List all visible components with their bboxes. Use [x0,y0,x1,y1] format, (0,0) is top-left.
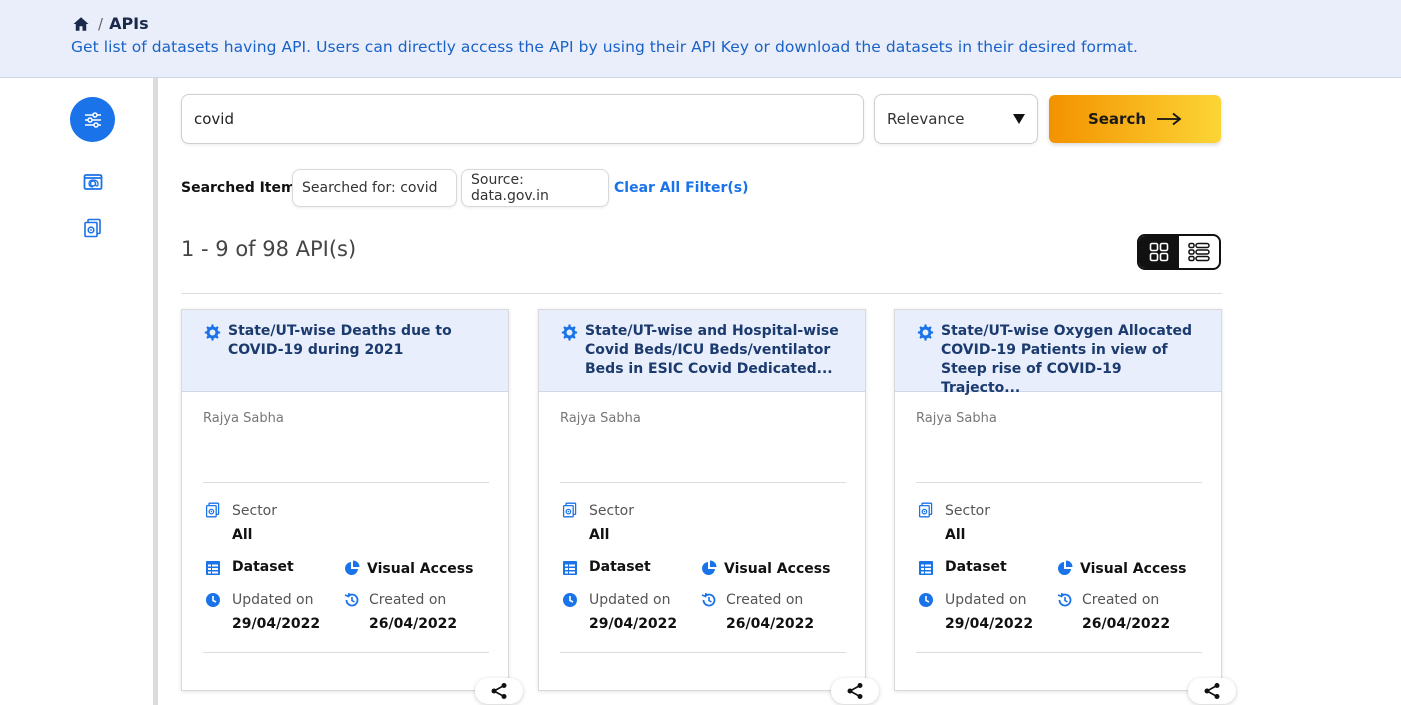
card-divider [203,482,489,483]
share-button[interactable] [831,678,879,704]
sector-value: All [589,527,610,543]
api-card[interactable]: State/UT-wise Deaths due to COVID-19 dur… [181,309,509,691]
filter-toggle-button[interactable] [70,97,115,142]
breadcrumb-current: APIs [109,14,149,33]
searched-item-label: Searched Item: [181,180,302,196]
card-source: Rajya Sabha [203,411,284,426]
updated-label: Updated on [589,592,671,608]
card-header: State/UT-wise Oxygen Allocated COVID-19 … [895,310,1221,396]
sliders-icon [84,111,101,128]
search-button[interactable]: Search [1049,95,1221,143]
gear-icon [204,324,221,341]
updated-label: Updated on [945,592,1027,608]
card-divider [916,652,1202,653]
updated-value: 29/04/2022 [945,616,1034,632]
clock-icon [919,593,933,607]
sidebar-divider [153,78,158,705]
sector-value: All [945,527,966,543]
sector-label: Sector [232,503,278,519]
arrow-right-icon [1157,112,1182,126]
sector-label: Sector [589,503,635,519]
results-divider [181,293,1222,294]
card-title[interactable]: State/UT-wise Oxygen Allocated COVID-19 … [941,322,1201,398]
updated-label: Updated on [232,592,314,608]
updated-value: 29/04/2022 [589,616,678,632]
created-value: 26/04/2022 [726,616,815,632]
list-view-button[interactable] [1179,236,1219,268]
share-icon [847,683,863,699]
visual-access-label[interactable]: Visual Access [367,561,473,577]
page-description: Get list of datasets having API. Users c… [71,38,1138,56]
share-icon [491,683,507,699]
view-toggle [1137,234,1221,270]
pie-chart-icon [345,560,360,575]
sidebar [0,78,153,705]
dataset-label[interactable]: Dataset [232,559,294,575]
breadcrumb-separator: / [98,14,104,33]
created-label: Created on [726,592,804,608]
result-count: 1 - 9 of 98 API(s) [181,237,357,261]
gear-icon [561,324,578,341]
api-icon [205,502,220,518]
pie-chart-icon [702,560,717,575]
sector-value: All [232,527,253,543]
page-header: / APIs Get list of datasets having API. … [0,0,1401,78]
clock-icon [206,593,220,607]
card-divider [560,482,846,483]
card-divider [560,652,846,653]
api-icon [562,502,577,518]
grid-icon [1149,242,1169,262]
clock-icon [563,593,577,607]
share-button[interactable] [1188,678,1236,704]
card-divider [203,652,489,653]
card-divider [916,482,1202,483]
search-button-label: Search [1087,110,1147,128]
history-icon [701,592,716,607]
grid-view-button[interactable] [1139,236,1179,268]
card-header: State/UT-wise and Hospital-wise Covid Be… [539,310,865,392]
breadcrumb: / APIs [72,14,149,33]
created-label: Created on [369,592,447,608]
gear-icon [917,324,934,341]
api-icon[interactable] [83,218,103,238]
visual-access-label[interactable]: Visual Access [1080,561,1186,577]
api-icon [918,502,933,518]
share-icon [1204,683,1220,699]
updated-value: 29/04/2022 [232,616,321,632]
card-source: Rajya Sabha [560,411,641,426]
card-title[interactable]: State/UT-wise Deaths due to COVID-19 dur… [228,322,488,360]
created-value: 26/04/2022 [369,616,458,632]
list-icon [1188,242,1210,262]
created-label: Created on [1082,592,1160,608]
caret-down-icon [1013,114,1025,124]
clear-all-filters-link[interactable]: Clear All Filter(s) [614,180,748,196]
table-icon [563,561,577,575]
home-icon[interactable] [72,15,90,33]
dataset-label[interactable]: Dataset [589,559,651,575]
sort-selected-value: Relevance [887,110,965,128]
dataset-label[interactable]: Dataset [945,559,1007,575]
history-icon [1057,592,1072,607]
created-value: 26/04/2022 [1082,616,1171,632]
api-card[interactable]: State/UT-wise and Hospital-wise Covid Be… [538,309,866,691]
share-button[interactable] [475,678,523,704]
history-icon [344,592,359,607]
at-sign-icon[interactable] [83,172,103,192]
card-title[interactable]: State/UT-wise and Hospital-wise Covid Be… [585,322,845,379]
filter-chip-source[interactable]: Source: data.gov.in [461,169,609,207]
sector-label: Sector [945,503,991,519]
sort-select[interactable]: Relevance [874,94,1038,144]
table-icon [206,561,220,575]
search-input[interactable] [181,94,864,144]
api-card[interactable]: State/UT-wise Oxygen Allocated COVID-19 … [894,309,1222,691]
filter-chip-search[interactable]: Searched for: covid [292,169,457,207]
visual-access-label[interactable]: Visual Access [724,561,830,577]
card-header: State/UT-wise Deaths due to COVID-19 dur… [182,310,508,392]
card-source: Rajya Sabha [916,411,997,426]
pie-chart-icon [1058,560,1073,575]
table-icon [919,561,933,575]
